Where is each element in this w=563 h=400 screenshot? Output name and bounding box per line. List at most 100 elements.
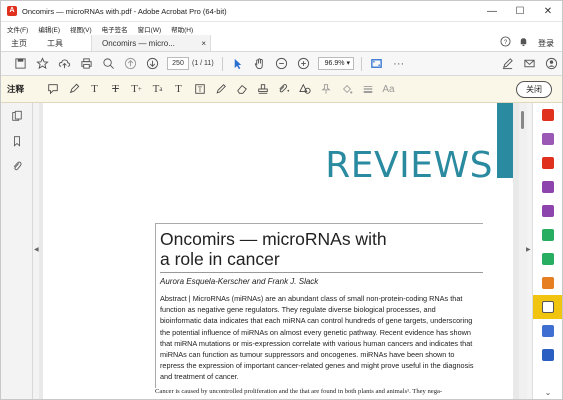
article-top-rule (155, 223, 483, 224)
send-track-icon[interactable] (533, 223, 562, 247)
upload-cloud-icon[interactable] (53, 54, 75, 74)
zoom-in-icon[interactable] (293, 54, 315, 74)
page-down-icon[interactable] (141, 54, 163, 74)
create-pdf-icon-glyph (542, 157, 554, 169)
email-icon[interactable] (518, 54, 540, 74)
fill-sign-icon-glyph (542, 205, 554, 217)
pin-icon[interactable] (315, 79, 336, 99)
attachments-icon[interactable] (1, 153, 33, 178)
svg-text:T: T (197, 87, 202, 94)
text-insert-icon[interactable]: T + (126, 79, 147, 99)
fill-sign-icon[interactable] (533, 199, 562, 223)
article-authors: Aurora Esquela-Kerscher and Frank J. Sla… (160, 277, 319, 286)
header-actions: ? 登录 (496, 35, 562, 51)
minimize-button[interactable]: — (478, 1, 506, 22)
page-navigator: 250 (1 / 11) (167, 57, 214, 70)
eraser-icon[interactable] (231, 79, 252, 99)
share-user-icon[interactable] (540, 54, 562, 74)
tab-bar: 主页 工具 Oncomirs — micro... × ? 登录 (1, 35, 562, 52)
reviews-banner: REVIEWS (325, 145, 493, 186)
line-style-icon[interactable] (357, 79, 378, 99)
organize-pages-icon[interactable] (533, 247, 562, 271)
pdf-page: REVIEWS Oncomirs — microRNAs with a role… (43, 103, 513, 399)
article-title: Oncomirs — microRNAs with a role in canc… (160, 229, 387, 269)
text-replace-icon[interactable]: Ta (147, 79, 168, 99)
pencil-draw-icon[interactable] (210, 79, 231, 99)
bell-icon[interactable] (514, 36, 532, 50)
menu-edit[interactable]: 编辑(E) (38, 24, 60, 34)
edit-pdf-icon-glyph (542, 133, 554, 145)
sticky-note-icon[interactable] (42, 79, 63, 99)
title-divider (160, 272, 483, 273)
font-size-icon[interactable]: Aa (378, 79, 399, 99)
text-underline-icon[interactable]: T (84, 79, 105, 99)
page-number-input[interactable]: 250 (167, 57, 189, 70)
more-options-icon[interactable]: ··· (388, 54, 410, 74)
tab-tools[interactable]: 工具 (37, 35, 73, 51)
tab-document[interactable]: Oncomirs — micro... × (91, 35, 211, 51)
collapse-right-panel-icon[interactable]: ▶ (526, 246, 531, 253)
menu-e-sign[interactable]: 电子签名 (102, 24, 128, 34)
text-box-icon[interactable]: T (189, 79, 210, 99)
compress-icon-glyph (542, 277, 554, 289)
collapse-left-panel-icon[interactable]: ◀ (34, 246, 39, 253)
attach-file-icon[interactable] (273, 79, 294, 99)
page-up-icon[interactable] (119, 54, 141, 74)
login-button[interactable]: 登录 (538, 38, 554, 49)
comment-icon[interactable] (533, 295, 562, 319)
shield-icon[interactable] (533, 343, 562, 367)
article-body-start: Cancer is caused by uncontrolled prolife… (155, 388, 443, 395)
fill-sign-pen-icon[interactable] (496, 54, 518, 74)
fill-color-icon[interactable] (336, 79, 357, 99)
article-side-rule (155, 223, 156, 388)
select-cursor-icon[interactable] (227, 54, 249, 74)
annotation-label: 注释 (7, 84, 25, 94)
export-pdf-icon[interactable] (533, 103, 562, 127)
document-viewport[interactable]: REVIEWS Oncomirs — microRNAs with a role… (39, 103, 519, 399)
create-pdf-icon[interactable] (533, 151, 562, 175)
toolbar-divider (221, 56, 223, 71)
star-icon[interactable] (31, 54, 53, 74)
export-pdf-icon-glyph (542, 109, 554, 121)
text-strikethrough-icon[interactable]: T (105, 79, 126, 99)
send-track-icon-glyph (542, 229, 554, 241)
close-window-button[interactable]: ✕ (534, 1, 562, 22)
tab-close-icon[interactable]: × (201, 35, 206, 51)
help-icon[interactable]: ? (496, 36, 514, 50)
svg-text:?: ? (503, 39, 507, 46)
scrollbar-thumb[interactable] (521, 111, 524, 129)
acrobat-icon: A (7, 6, 17, 16)
toolbar-right (496, 54, 562, 74)
add-text-icon[interactable]: T (168, 79, 189, 99)
zoom-out-icon[interactable] (271, 54, 293, 74)
stamp-icon[interactable] (252, 79, 273, 99)
fit-page-icon[interactable] (366, 54, 388, 74)
menu-help[interactable]: 帮助(H) (171, 24, 193, 34)
article-title-line1: Oncomirs — microRNAs with (160, 229, 387, 249)
tab-home[interactable]: 主页 (1, 35, 37, 51)
maximize-button[interactable]: ☐ (506, 1, 534, 22)
left-navigation-panel (1, 103, 33, 399)
save-icon[interactable] (9, 54, 31, 74)
scroll-down-icon[interactable]: ⌄ (533, 388, 562, 397)
menu-view[interactable]: 视图(V) (70, 24, 92, 34)
shield-icon-glyph (542, 349, 554, 361)
page-thumbnails-icon[interactable] (1, 103, 33, 128)
main-toolbar: 250 (1 / 11) 96.9% ▾ ··· (1, 52, 562, 76)
menu-window[interactable]: 窗口(W) (138, 24, 161, 34)
close-annotation-button[interactable]: 关闭 (516, 80, 552, 98)
shapes-icon[interactable] (294, 79, 315, 99)
right-tools-panel: ⌄ (532, 103, 562, 399)
menu-file[interactable]: 文件(F) (7, 24, 28, 34)
bookmark-icon[interactable] (1, 128, 33, 153)
zoom-search-icon[interactable] (97, 54, 119, 74)
request-signature-icon[interactable] (533, 175, 562, 199)
protect-icon[interactable] (533, 319, 562, 343)
zoom-level-select[interactable]: 96.9% ▾ (317, 57, 354, 70)
compress-icon[interactable] (533, 271, 562, 295)
highlight-pen-icon[interactable] (63, 79, 84, 99)
print-icon[interactable] (75, 54, 97, 74)
hand-tool-icon[interactable] (249, 54, 271, 74)
article-abstract: Abstract | MicroRNAs (miRNAs) are an abu… (160, 294, 474, 382)
edit-pdf-icon[interactable] (533, 127, 562, 151)
